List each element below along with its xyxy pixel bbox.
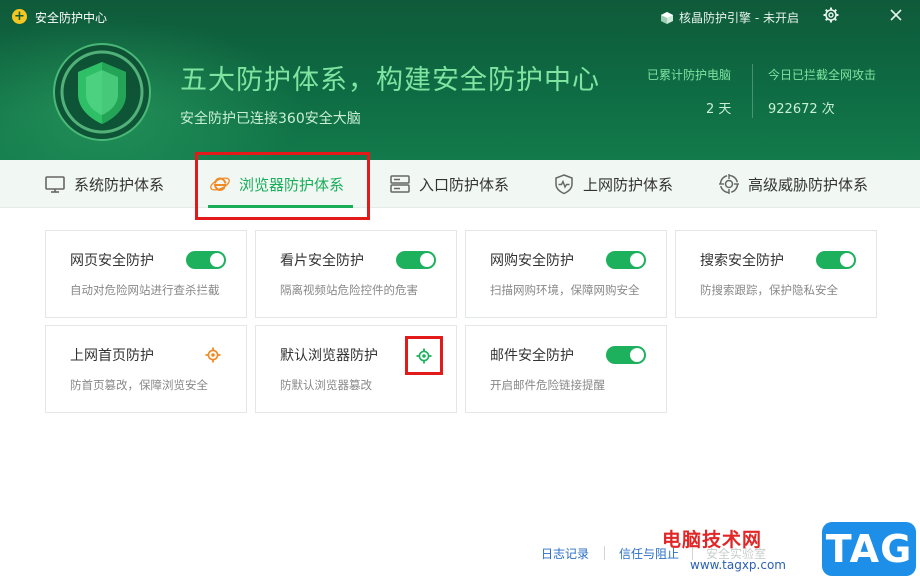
card-shopping-protection: 网购安全防护 扫描网购环境，保障网购安全 [465, 230, 667, 318]
browser-e-icon [210, 177, 230, 192]
tab-advanced-threat-label: 高级威胁防护体系 [748, 175, 869, 194]
card-title: 搜索安全防护 [700, 253, 784, 269]
card-homepage-protection: 上网首页防护 防首页篡改，保障浏览安全 [45, 325, 247, 413]
card-video-protection: 看片安全防护 隔离视频站危险控件的危害 [255, 230, 457, 318]
card-desc: 开启邮件危险链接提醒 [490, 378, 605, 392]
engine-status-button[interactable]: 核晶防护引擎 - 未开启 [660, 9, 799, 26]
watermark-text: 电脑技术网 [662, 529, 763, 551]
active-tab-indicator [208, 205, 353, 208]
card-title: 邮件安全防护 [490, 348, 574, 364]
close-icon[interactable] [886, 5, 906, 25]
tab-internet-label: 上网防护体系 [583, 175, 674, 194]
card-desc: 隔离视频站危险控件的危害 [280, 283, 418, 297]
tab-entry-label: 入口防护体系 [419, 175, 510, 194]
stat-protect-days-value: 2 天 [706, 102, 732, 117]
stat-attacks-label: 今日已拦截全网攻击 [768, 68, 877, 82]
tab-system[interactable]: 系统防护体系 [44, 160, 164, 208]
tab-browser[interactable]: 浏览器防护体系 [209, 160, 344, 208]
card-mail-protection: 邮件安全防护 开启邮件危险链接提醒 [465, 325, 667, 413]
web-protection-toggle[interactable] [186, 251, 226, 269]
tab-entry[interactable]: 入口防护体系 [389, 160, 509, 208]
app-logo-icon: + [12, 9, 27, 24]
shield-emblem-icon [53, 43, 151, 141]
shopping-protection-toggle[interactable] [606, 251, 646, 269]
tab-bar: 系统防护体系 浏览器防护体系 入口防护体系 上网防护体系 高级威胁防护体系 [0, 160, 920, 208]
target-icon [719, 174, 739, 194]
video-protection-toggle[interactable] [396, 251, 436, 269]
hero-headline: 五大防护体系，构建安全防护中心 [180, 65, 600, 96]
settings-gear-icon[interactable] [204, 346, 222, 364]
stat-attacks-value: 922672 次 [768, 102, 835, 117]
stats-divider [752, 64, 753, 118]
hero-subline: 安全防护已连接360安全大脑 [180, 111, 361, 127]
card-web-protection: 网页安全防护 自动对危险网站进行查杀拦截 [45, 230, 247, 318]
card-desc: 扫描网购环境，保障网购安全 [490, 283, 640, 297]
card-title: 网购安全防护 [490, 253, 574, 269]
engine-status-label: 核晶防护引擎 - 未开启 [679, 11, 799, 25]
watermark-url: www.tagxp.com [690, 558, 786, 572]
app-title: 安全防护中心 [35, 11, 108, 25]
watermark-tag-logo: TAG [822, 522, 916, 576]
title-bar: + 安全防护中心 核晶防护引擎 - 未开启 [0, 0, 920, 32]
tab-advanced-threat[interactable]: 高级威胁防护体系 [718, 160, 868, 208]
tab-system-label: 系统防护体系 [74, 175, 165, 194]
card-desc: 防搜索跟踪，保护隐私安全 [700, 283, 838, 297]
cube-icon [661, 11, 673, 24]
card-desc: 防首页篡改，保障浏览安全 [70, 378, 208, 392]
log-records-link[interactable]: 日志记录 [541, 545, 589, 562]
tab-browser-label: 浏览器防护体系 [239, 175, 345, 194]
footer-separator [604, 546, 605, 560]
shield-pulse-icon [555, 174, 573, 195]
server-icon [390, 175, 410, 193]
card-desc: 防默认浏览器篡改 [280, 378, 372, 392]
tab-internet[interactable]: 上网防护体系 [553, 160, 673, 208]
card-title: 看片安全防护 [280, 253, 364, 269]
mail-protection-toggle[interactable] [606, 346, 646, 364]
stat-protect-days-label: 已累计防护电脑 [647, 68, 732, 82]
card-title: 默认浏览器防护 [280, 348, 378, 364]
card-default-browser-protection: 默认浏览器防护 防默认浏览器篡改 [255, 325, 457, 413]
settings-gear-icon[interactable] [822, 6, 840, 24]
card-desc: 自动对危险网站进行查杀拦截 [70, 283, 220, 297]
card-search-protection: 搜索安全防护 防搜索跟踪，保护隐私安全 [675, 230, 877, 318]
header-banner: + 安全防护中心 核晶防护引擎 - 未开启 五大防护体系，构建安全防护中心 安全… [0, 0, 920, 160]
search-protection-toggle[interactable] [816, 251, 856, 269]
card-title: 网页安全防护 [70, 253, 154, 269]
settings-gear-icon[interactable] [415, 347, 433, 365]
card-title: 上网首页防护 [70, 348, 154, 364]
monitor-icon [45, 176, 65, 193]
